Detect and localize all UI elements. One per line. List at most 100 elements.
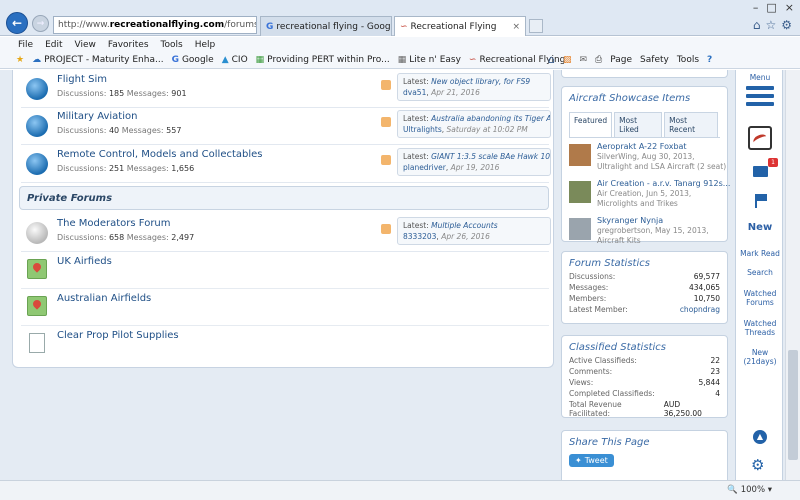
favorite-google[interactable]: G Google <box>172 55 214 65</box>
mark-read-link[interactable]: Mark Read <box>736 249 784 258</box>
new-21days-link[interactable]: New (21days) <box>736 348 784 366</box>
forum-title[interactable]: The Moderators Forum <box>57 218 171 229</box>
rss-feed-icon[interactable] <box>381 80 391 90</box>
menu-file[interactable]: File <box>18 40 33 50</box>
latest-title[interactable]: Australia abandoning its Tiger A... <box>431 114 550 123</box>
stat-value: 23 <box>710 367 720 376</box>
stat-value: 22 <box>710 356 720 365</box>
tools-menu[interactable]: Tools <box>677 55 699 65</box>
messages-label: Messages: <box>126 164 169 173</box>
browser-title-bar: ← → http://www. recreationalflying.com/fo… <box>0 0 800 36</box>
menu-tools[interactable]: Tools <box>161 40 183 50</box>
showcase-item-title[interactable]: Skyranger Nynja <box>597 216 663 225</box>
latest-title[interactable]: Multiple Accounts <box>431 221 498 230</box>
favorite-pert[interactable]: ▦ Providing PERT within Pro... <box>256 55 390 65</box>
latest-user[interactable]: Ultralights <box>403 125 442 134</box>
showcase-item-title[interactable]: Aeroprakt A-22 Foxbat <box>597 142 687 151</box>
favorite-project[interactable]: ☁ PROJECT - Maturity Enha... <box>32 55 163 65</box>
mail-icon[interactable]: ✉ <box>580 55 588 65</box>
link-forum-uk-airfields[interactable]: UK Airfieds <box>21 253 549 289</box>
home-icon[interactable]: ⌂ <box>548 53 555 66</box>
favorite-lite-n-easy[interactable]: ▦ Lite n' Easy <box>398 55 461 65</box>
link-forum-australian-airfields[interactable]: Australian Airfields <box>21 290 549 326</box>
rss-feed-icon[interactable]: ▨ <box>563 55 572 65</box>
link-forum-title[interactable]: Clear Prop Pilot Supplies <box>57 330 179 341</box>
aircraft-thumbnail[interactable] <box>569 218 591 240</box>
document-icon <box>29 333 45 353</box>
showcase-item-title[interactable]: Air Creation - a.r.v. Tanarg 912s... <box>597 179 730 188</box>
address-domain: recreationalflying.com <box>109 20 225 30</box>
home-icon[interactable]: ⌂ <box>753 18 761 32</box>
tab-recreational-flying[interactable]: ∽ Recreational Flying × <box>394 16 526 36</box>
new-posts-link[interactable]: New <box>736 223 784 233</box>
minimize-icon[interactable]: – <box>753 0 759 14</box>
close-tab-icon[interactable]: × <box>512 22 520 32</box>
status-bar: 🔍 100% ▾ <box>0 480 800 500</box>
print-icon[interactable]: ⎙ <box>595 55 602 65</box>
forward-button[interactable]: → <box>32 15 49 32</box>
stat-value: 69,577 <box>693 272 720 281</box>
watched-forums-link[interactable]: Watched Forums <box>736 289 784 307</box>
help-icon[interactable]: ? <box>707 55 712 65</box>
stat-row: Members: 10,750 <box>562 293 727 304</box>
aircraft-thumbnail[interactable] <box>569 144 591 166</box>
alerts-flag-icon[interactable] <box>755 194 767 208</box>
link-forum-title[interactable]: UK Airfieds <box>57 256 112 267</box>
scrollbar-thumb[interactable] <box>788 350 798 460</box>
menu-view[interactable]: View <box>75 40 96 50</box>
menu-help[interactable]: Help <box>195 40 216 50</box>
tab-most-liked[interactable]: Most Liked <box>614 112 663 137</box>
rss-feed-icon[interactable] <box>381 155 391 165</box>
share-page-block: Share This Page ✦ Tweet <box>561 430 728 480</box>
menu-label[interactable]: Menu <box>736 73 784 82</box>
latest-title[interactable]: GIANT 1:3.5 scale BAe Hawk 100 <box>431 152 550 161</box>
latest-user[interactable]: dva51 <box>403 88 426 97</box>
map-pin-icon <box>27 259 47 279</box>
new-tab-button[interactable] <box>529 19 543 33</box>
favorite-label: Lite n' Easy <box>409 55 461 65</box>
tweet-button[interactable]: ✦ Tweet <box>569 454 614 467</box>
latest-user[interactable]: 8333203 <box>403 232 436 241</box>
favorites-star-icon[interactable]: ★ <box>16 55 24 65</box>
tab-google-search[interactable]: G recreational flying - Google Se... <box>260 16 392 36</box>
watched-threads-link[interactable]: Watched Threads <box>736 319 784 337</box>
site-logo-icon[interactable] <box>748 126 772 150</box>
private-forums-header[interactable]: Private Forums <box>19 186 549 210</box>
safety-menu[interactable]: Safety <box>640 55 669 65</box>
forum-read-icon <box>26 115 48 137</box>
latest-title[interactable]: New object library, for FS9 <box>431 77 530 86</box>
search-link[interactable]: Search <box>736 268 784 277</box>
inbox-mail-icon[interactable] <box>753 166 768 177</box>
rss-feed-icon[interactable] <box>381 224 391 234</box>
latest-user[interactable]: planedriver <box>403 163 446 172</box>
favorite-cio[interactable]: ▲ CIO <box>222 55 248 65</box>
rss-feed-icon[interactable] <box>381 117 391 127</box>
discussions-label: Discussions: <box>57 126 107 135</box>
settings-gear-icon[interactable]: ⚙ <box>781 18 792 32</box>
link-forum-title[interactable]: Australian Airfields <box>57 293 151 304</box>
back-button[interactable]: ← <box>6 12 28 34</box>
sidebar-block-top <box>561 70 728 78</box>
tab-most-recent[interactable]: Most Recent <box>664 112 718 137</box>
page-scrollbar[interactable] <box>785 70 800 480</box>
menu-edit[interactable]: Edit <box>45 40 62 50</box>
zoom-level[interactable]: 🔍 100% ▾ <box>727 485 772 495</box>
forum-title[interactable]: Military Aviation <box>57 111 137 122</box>
menu-favorites[interactable]: Favorites <box>108 40 149 50</box>
hamburger-menu-icon[interactable] <box>746 86 774 108</box>
favorites-star-icon[interactable]: ☆ <box>765 18 776 32</box>
link-forum-clear-prop[interactable]: Clear Prop Pilot Supplies <box>21 327 549 363</box>
tab-featured[interactable]: Featured <box>569 112 613 137</box>
scroll-to-top-icon[interactable]: ▲ <box>753 430 767 444</box>
page-menu[interactable]: Page <box>610 55 632 65</box>
forum-title[interactable]: Flight Sim <box>57 74 107 85</box>
notification-badge: 1 <box>768 158 778 167</box>
close-window-icon[interactable]: × <box>785 0 794 14</box>
address-prefix: http://www. <box>58 20 110 30</box>
forum-title[interactable]: Remote Control, Models and Collectables <box>57 149 263 160</box>
settings-gear-icon[interactable]: ⚙ <box>751 456 764 474</box>
stat-value[interactable]: chopndrag <box>680 305 720 314</box>
maximize-icon[interactable]: □ <box>766 0 776 14</box>
aircraft-thumbnail[interactable] <box>569 181 591 203</box>
address-bar[interactable]: http://www. recreationalflying.com/forums… <box>53 16 257 34</box>
